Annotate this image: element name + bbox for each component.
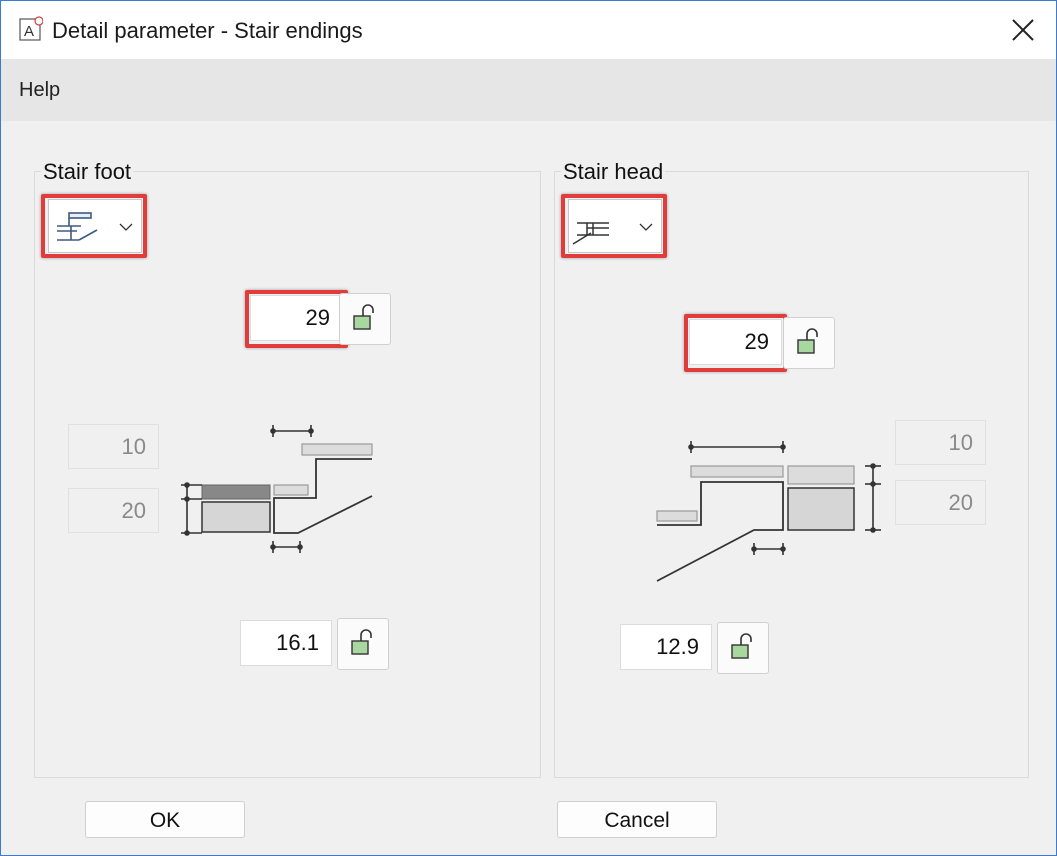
- close-icon[interactable]: [1004, 11, 1042, 49]
- chevron-down-icon: [119, 223, 133, 231]
- cancel-button[interactable]: Cancel: [557, 801, 717, 838]
- foot-width-lock-button[interactable]: [337, 618, 389, 670]
- foot-dim-bottom-field: 20: [68, 488, 159, 533]
- menu-bar: Help: [1, 59, 1056, 121]
- head-width-field[interactable]: 12.9: [620, 624, 712, 670]
- foot-dim-top-field: 10: [68, 424, 159, 469]
- head-main-lock-button[interactable]: [783, 317, 835, 369]
- unlock-icon: [351, 629, 372, 655]
- menu-help[interactable]: Help: [19, 79, 60, 102]
- head-dim-top-field: 10: [895, 420, 986, 465]
- stair-head-diagram: [656, 441, 881, 582]
- head-width-lock-button[interactable]: [717, 622, 769, 674]
- unlock-icon: [797, 328, 818, 354]
- svg-text:A: A: [24, 23, 34, 40]
- head-main-value-field[interactable]: 29: [689, 319, 782, 365]
- stair-foot-type-dropdown[interactable]: [48, 199, 142, 253]
- stair-head-label: Stair head: [561, 159, 666, 185]
- app-icon: A: [19, 16, 43, 41]
- stair-head-type-dropdown[interactable]: [568, 199, 662, 253]
- stair-foot-diagram: [181, 425, 373, 553]
- chevron-down-icon: [639, 223, 653, 231]
- window-title: Detail parameter - Stair endings: [52, 18, 363, 43]
- foot-width-field[interactable]: 16.1: [240, 620, 332, 666]
- stair-foot-label: Stair foot: [41, 159, 134, 185]
- dialog-window: A Detail parameter - Stair endings Help …: [0, 0, 1057, 856]
- unlock-icon: [731, 633, 752, 659]
- title-bar: A Detail parameter - Stair endings: [1, 1, 1056, 59]
- head-dim-bottom-field: 20: [895, 480, 986, 525]
- ok-button[interactable]: OK: [85, 801, 245, 838]
- foot-main-lock-button[interactable]: [339, 293, 391, 345]
- foot-main-value-field[interactable]: 29: [250, 295, 343, 341]
- unlock-icon: [353, 304, 374, 330]
